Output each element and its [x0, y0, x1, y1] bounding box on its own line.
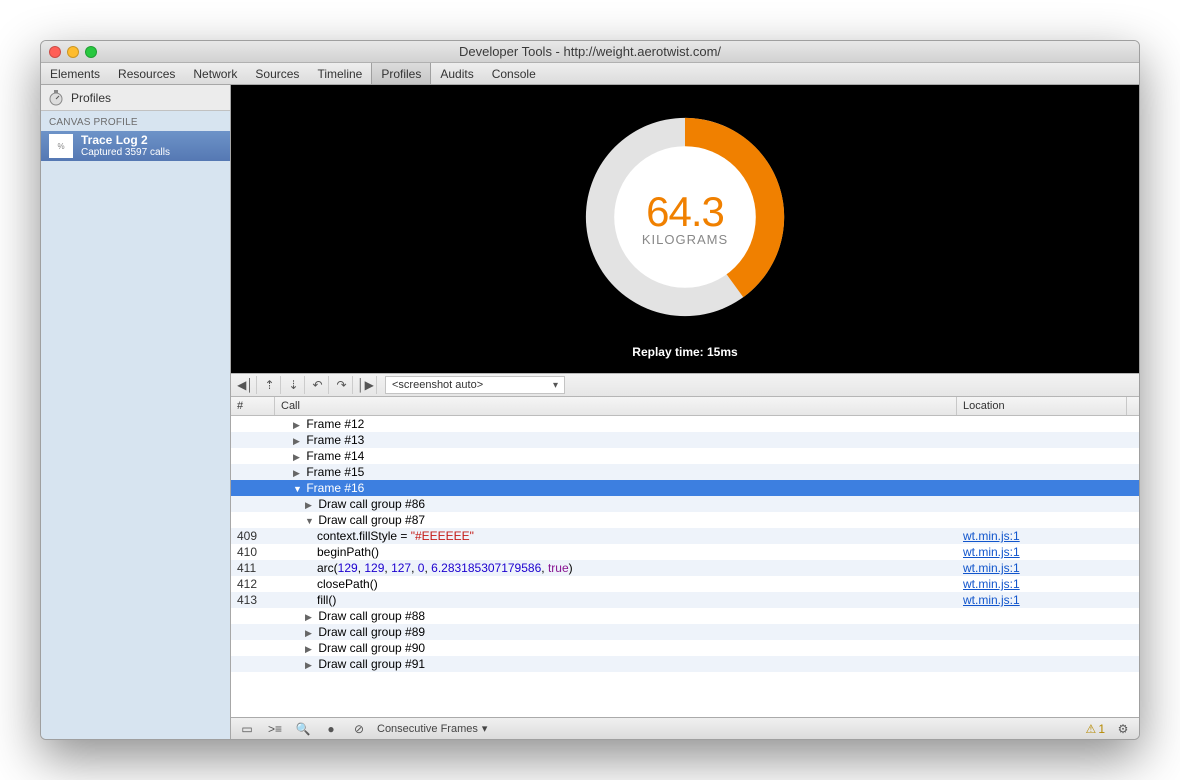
window-title: Developer Tools - http://weight.aerotwis… — [41, 44, 1139, 59]
col-number: # — [231, 397, 275, 415]
replay-time: Replay time: 15ms — [632, 345, 737, 359]
table-row[interactable]: 411arc(129, 129, 127, 0, 6.2831853071795… — [231, 560, 1139, 576]
sidebar-item-subtitle: Captured 3597 calls — [81, 147, 170, 158]
step-forward-button[interactable]: │▶ — [355, 376, 377, 394]
table-row[interactable]: ▼ Frame #16 — [231, 480, 1139, 496]
table-row[interactable]: 409context.fillStyle = "#EEEEEE"wt.min.j… — [231, 528, 1139, 544]
profile-icon: % — [49, 134, 73, 158]
sidebar-header: Profiles — [41, 85, 230, 111]
titlebar[interactable]: Developer Tools - http://weight.aerotwis… — [41, 41, 1139, 63]
col-location: Location — [957, 397, 1127, 415]
sidebar-item-title: Trace Log 2 — [81, 134, 170, 147]
step-in-button[interactable]: ⇣ — [283, 376, 305, 394]
undo-button[interactable]: ↶ — [307, 376, 329, 394]
clear-button[interactable]: ⊘ — [349, 722, 369, 736]
tab-timeline[interactable]: Timeline — [308, 63, 371, 84]
table-row[interactable]: ▶ Draw call group #89 — [231, 624, 1139, 640]
warning-count[interactable]: ⚠1 — [1086, 722, 1105, 736]
table-row[interactable]: ▶ Frame #14 — [231, 448, 1139, 464]
tab-profiles[interactable]: Profiles — [371, 63, 431, 84]
source-link[interactable]: wt.min.js:1 — [963, 577, 1020, 591]
window-minimize-button[interactable] — [67, 46, 79, 58]
stopwatch-icon — [47, 89, 65, 107]
tab-audits[interactable]: Audits — [431, 63, 482, 84]
col-call: Call — [275, 397, 957, 415]
window-zoom-button[interactable] — [85, 46, 97, 58]
gear-icon: ⚙ — [1118, 722, 1129, 736]
table-row[interactable]: 412closePath()wt.min.js:1 — [231, 576, 1139, 592]
profiles-sidebar: Profiles CANVAS PROFILE % Trace Log 2 Ca… — [41, 85, 231, 739]
sidebar-section-label: CANVAS PROFILE — [41, 111, 230, 131]
panel-tabs: ElementsResourcesNetworkSourcesTimelineP… — [41, 63, 1139, 85]
gauge-value: 64.3 — [646, 188, 724, 236]
replay-controls: ◀│ ⇡ ⇣ ↶ ↷ │▶ <screenshot auto> — [231, 373, 1139, 397]
redo-button[interactable]: ↷ — [331, 376, 353, 394]
table-row[interactable]: ▶ Draw call group #91 — [231, 656, 1139, 672]
window-close-button[interactable] — [49, 46, 61, 58]
table-header: # Call Location — [231, 397, 1139, 416]
tab-network[interactable]: Network — [184, 63, 246, 84]
weight-gauge: 64.3 KILOGRAMS — [567, 99, 803, 335]
table-row[interactable]: 410beginPath()wt.min.js:1 — [231, 544, 1139, 560]
table-row[interactable]: ▶ Draw call group #90 — [231, 640, 1139, 656]
capture-mode-select[interactable]: Consecutive Frames▾ — [377, 722, 487, 735]
step-out-button[interactable]: ⇡ — [259, 376, 281, 394]
canvas-preview: 64.3 KILOGRAMS Replay time: 15ms — [231, 85, 1139, 373]
screenshot-mode-select[interactable]: <screenshot auto> — [385, 376, 565, 394]
table-row[interactable]: 413fill()wt.min.js:1 — [231, 592, 1139, 608]
search-button[interactable]: 🔍 — [293, 722, 313, 736]
devtools-window: Developer Tools - http://weight.aerotwis… — [40, 40, 1140, 740]
tab-elements[interactable]: Elements — [41, 63, 109, 84]
record-button[interactable]: ● — [321, 722, 341, 736]
table-row[interactable]: ▶ Draw call group #86 — [231, 496, 1139, 512]
settings-button[interactable]: ⚙ — [1113, 722, 1133, 736]
source-link[interactable]: wt.min.js:1 — [963, 561, 1020, 575]
warning-icon: ⚠ — [1086, 722, 1097, 736]
console-toggle-button[interactable]: >≡ — [265, 722, 285, 736]
step-back-button[interactable]: ◀│ — [235, 376, 257, 394]
table-row[interactable]: ▼ Draw call group #87 — [231, 512, 1139, 528]
gauge-unit: KILOGRAMS — [642, 232, 728, 247]
source-link[interactable]: wt.min.js:1 — [963, 529, 1020, 543]
sidebar-title: Profiles — [71, 91, 111, 105]
table-row[interactable]: ▶ Frame #13 — [231, 432, 1139, 448]
status-bar: ▭ >≡ 🔍 ● ⊘ Consecutive Frames▾ ⚠1 ⚙ — [231, 717, 1139, 739]
sidebar-item-trace-log[interactable]: % Trace Log 2 Captured 3597 calls — [41, 131, 230, 161]
source-link[interactable]: wt.min.js:1 — [963, 593, 1020, 607]
tab-resources[interactable]: Resources — [109, 63, 184, 84]
tab-console[interactable]: Console — [483, 63, 545, 84]
dock-button[interactable]: ▭ — [237, 722, 257, 736]
trace-log-table[interactable]: # Call Location ▶ Frame #12▶ Frame #13▶ … — [231, 397, 1139, 717]
table-row[interactable]: ▶ Draw call group #88 — [231, 608, 1139, 624]
tab-sources[interactable]: Sources — [246, 63, 308, 84]
source-link[interactable]: wt.min.js:1 — [963, 545, 1020, 559]
table-row[interactable]: ▶ Frame #15 — [231, 464, 1139, 480]
table-row[interactable]: ▶ Frame #12 — [231, 416, 1139, 432]
